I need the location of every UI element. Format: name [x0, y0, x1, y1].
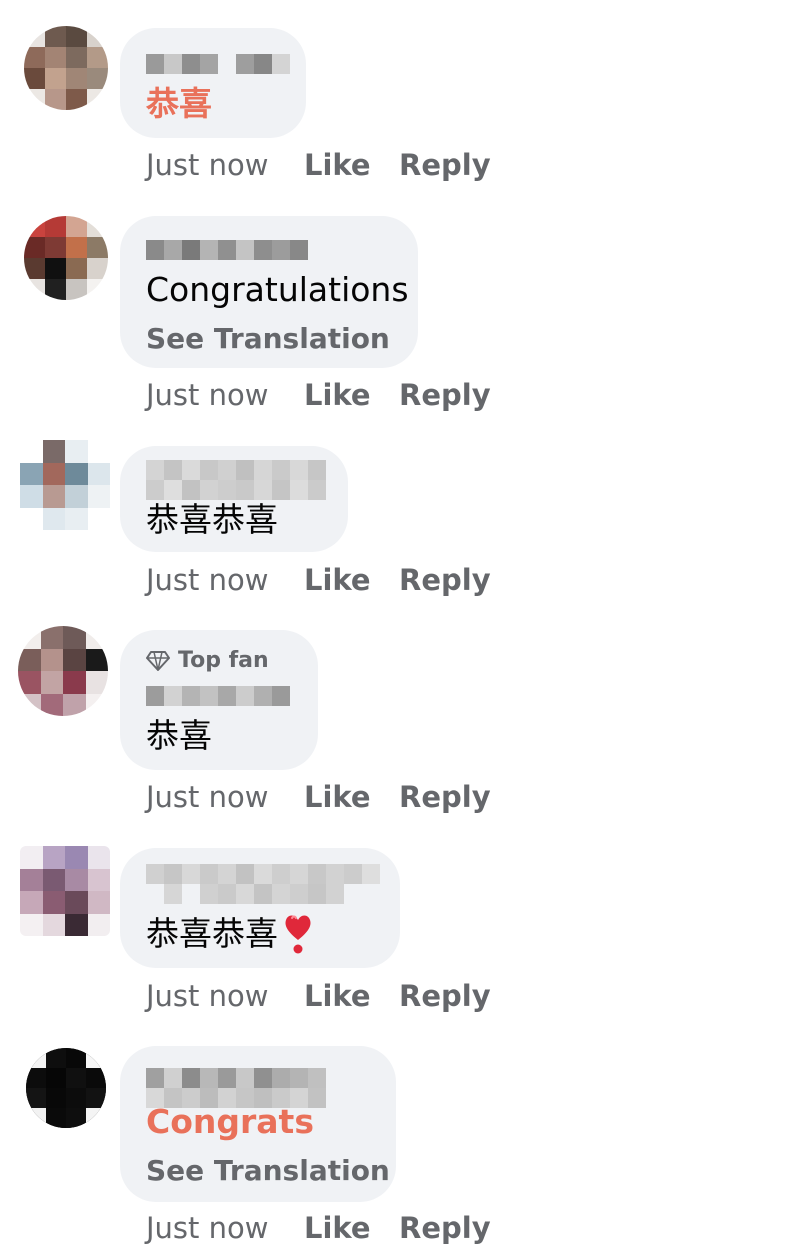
- like-button[interactable]: Like: [304, 780, 399, 814]
- reply-button[interactable]: Reply: [399, 563, 491, 597]
- reply-button[interactable]: Reply: [399, 979, 491, 1013]
- comment-text: Congratulations: [146, 270, 409, 309]
- timestamp: Just now: [146, 563, 269, 597]
- comment-bubble: Congrats See Translation: [120, 1046, 396, 1202]
- comment-text: Congrats: [146, 1102, 314, 1141]
- like-button[interactable]: Like: [304, 378, 399, 412]
- avatar[interactable]: [26, 1048, 106, 1128]
- avatar[interactable]: [24, 216, 108, 300]
- top-fan-label: Top fan: [178, 648, 269, 673]
- like-button[interactable]: Like: [304, 148, 399, 182]
- comment-bubble: 恭喜恭喜: [120, 848, 400, 968]
- top-fan-badge: Top fan: [146, 648, 269, 673]
- avatar[interactable]: [18, 626, 108, 716]
- comment-actions: Just now Like Reply: [146, 148, 491, 182]
- comment-text: 恭喜恭喜: [146, 912, 312, 956]
- see-translation-link[interactable]: See Translation: [146, 1154, 390, 1188]
- like-button[interactable]: Like: [304, 1211, 399, 1245]
- heart-exclamation-icon: [285, 915, 311, 954]
- avatar[interactable]: [20, 846, 110, 936]
- reply-button[interactable]: Reply: [399, 1211, 491, 1245]
- comment-text: 恭喜恭喜: [146, 500, 278, 539]
- diamond-icon: [146, 650, 170, 671]
- like-button[interactable]: Like: [304, 979, 399, 1013]
- commenter-name-blurred: [146, 460, 336, 500]
- reply-button[interactable]: Reply: [399, 378, 491, 412]
- timestamp: Just now: [146, 1211, 269, 1245]
- comment-actions: Just now Like Reply: [146, 979, 491, 1013]
- reply-button[interactable]: Reply: [399, 148, 491, 182]
- comment-actions: Just now Like Reply: [146, 563, 491, 597]
- comment-text: 恭喜: [146, 716, 212, 755]
- timestamp: Just now: [146, 148, 269, 182]
- see-translation-link[interactable]: See Translation: [146, 322, 390, 356]
- commenter-name-blurred: [146, 54, 290, 74]
- comment-bubble: Top fan 恭喜: [120, 630, 318, 770]
- timestamp: Just now: [146, 979, 269, 1013]
- timestamp: Just now: [146, 378, 269, 412]
- timestamp: Just now: [146, 780, 269, 814]
- commenter-name-blurred: [146, 686, 290, 706]
- comment-text: 恭喜: [146, 84, 212, 123]
- comment-actions: Just now Like Reply: [146, 780, 491, 814]
- avatar[interactable]: [24, 26, 108, 110]
- comment-actions: Just now Like Reply: [146, 378, 491, 412]
- commenter-name-blurred: [146, 240, 308, 260]
- like-button[interactable]: Like: [304, 563, 399, 597]
- comment-bubble: 恭喜: [120, 28, 306, 138]
- commenter-name-blurred: [146, 864, 380, 904]
- comment-bubble: 恭喜恭喜: [120, 446, 348, 552]
- reply-button[interactable]: Reply: [399, 780, 491, 814]
- avatar[interactable]: [20, 440, 110, 530]
- comment-bubble: Congratulations See Translation: [120, 216, 418, 368]
- comment-actions: Just now Like Reply: [146, 1211, 491, 1245]
- comment-text-value: 恭喜恭喜: [146, 914, 278, 953]
